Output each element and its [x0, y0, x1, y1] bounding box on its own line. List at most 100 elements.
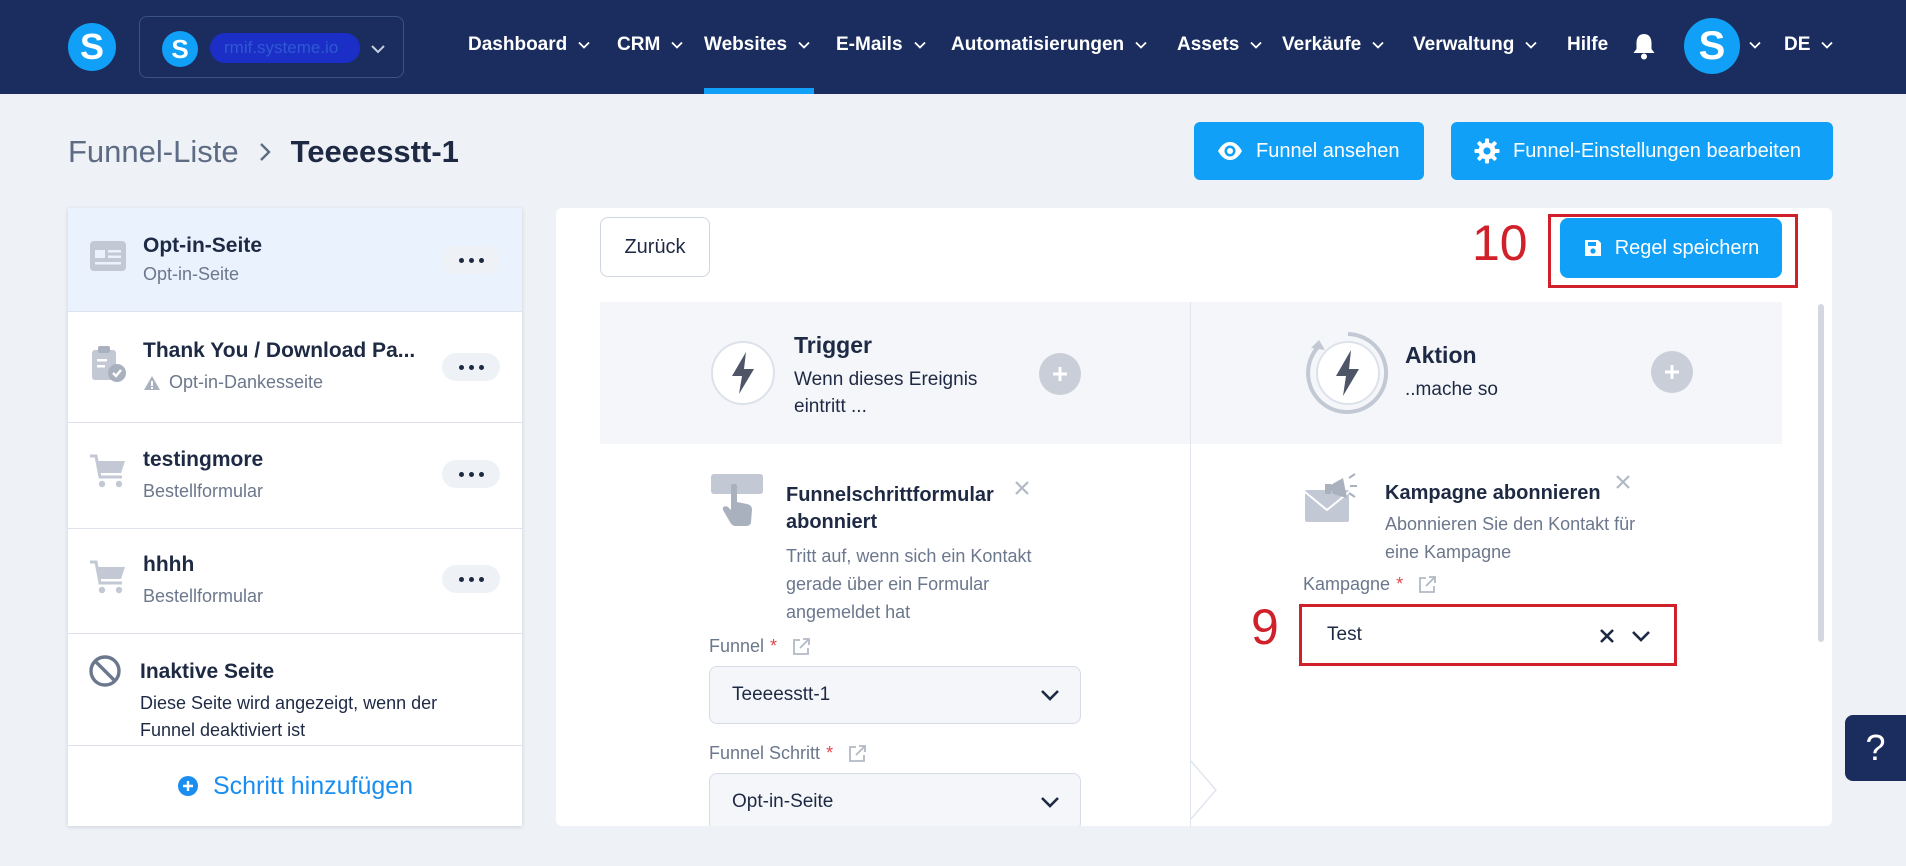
nav-emails[interactable]: E-Mails — [836, 30, 927, 60]
funnel-select[interactable]: Teeeesstt-1 — [709, 666, 1081, 724]
user-avatar[interactable]: S — [1684, 18, 1740, 74]
funnel-step-select[interactable]: Opt-in-Seite — [709, 773, 1081, 826]
view-funnel-label: Funnel ansehen — [1256, 139, 1400, 162]
nav-label: E-Mails — [836, 34, 903, 55]
step-subtitle: Bestellformular — [143, 586, 263, 607]
chevron-down-icon — [371, 45, 385, 54]
cart-icon — [90, 560, 125, 594]
step-title: Thank You / Download Pa... — [143, 339, 416, 362]
chevron-down-icon[interactable] — [1748, 38, 1762, 52]
save-rule-label: Regel speichern — [1614, 236, 1760, 259]
save-rule-button[interactable]: Regel speichern — [1560, 218, 1782, 278]
chevron-down-icon — [1135, 41, 1147, 49]
trigger-title: Trigger — [794, 332, 872, 358]
systeme-logo[interactable]: S — [68, 23, 116, 71]
step-title: Opt-in-Seite — [143, 234, 262, 257]
plus-icon — [1053, 367, 1067, 381]
nav-dashboard[interactable]: Dashboard — [468, 30, 591, 60]
plus-circle-icon — [177, 776, 198, 796]
close-icon[interactable] — [1615, 474, 1631, 490]
chevron-down-icon — [1041, 690, 1059, 701]
nav-verwaltung[interactable]: Verwaltung — [1413, 30, 1538, 60]
bell-icon[interactable] — [1630, 31, 1658, 61]
clear-icon[interactable] — [1599, 628, 1615, 644]
nav-label: Verkäufe — [1282, 34, 1362, 55]
chevron-down-icon — [913, 41, 926, 49]
nav-hilfe[interactable]: Hilfe — [1567, 30, 1608, 60]
cart-icon — [90, 454, 125, 488]
view-funnel-button[interactable]: Funnel ansehen — [1194, 122, 1424, 180]
step-subtitle: Bestellformular — [143, 481, 263, 502]
save-icon — [1584, 240, 1601, 256]
funnel-steps-sidebar: Opt-in-Seite Opt-in-Seite Thank You / Do… — [68, 208, 522, 826]
more-options-button[interactable] — [442, 565, 500, 593]
nav-verkaeufe[interactable]: Verkäufe — [1282, 30, 1385, 60]
close-icon[interactable] — [1014, 480, 1030, 496]
chevron-down-icon — [578, 41, 590, 49]
breadcrumb-parent-link[interactable]: Funnel-Liste — [68, 134, 239, 170]
chevron-down-icon — [1525, 41, 1537, 49]
scrollbar[interactable] — [1818, 304, 1824, 642]
add-trigger-button[interactable] — [1039, 353, 1081, 395]
workspace-switcher[interactable]: S rmif.systeme.io — [139, 16, 404, 78]
nav-label: Verwaltung — [1413, 34, 1515, 55]
workspace-logo: S — [162, 31, 198, 67]
more-options-button[interactable] — [442, 353, 500, 381]
funnel-step-item[interactable]: Opt-in-Seite Opt-in-Seite — [68, 208, 522, 312]
step-type: Opt-in-Dankesseite — [169, 372, 324, 392]
add-step-button[interactable]: Schritt hinzufügen — [68, 745, 522, 826]
external-link-icon[interactable] — [791, 637, 811, 657]
nav-crm[interactable]: CRM — [617, 30, 684, 60]
nav-label: Hilfe — [1567, 34, 1609, 55]
funnel-step-label-text: Funnel Schritt — [709, 743, 821, 763]
trigger-description: Wenn dieses Ereignis eintritt ... — [794, 369, 978, 417]
chevron-down-icon[interactable] — [1631, 628, 1651, 644]
more-options-button[interactable] — [442, 246, 500, 274]
warning-icon — [144, 375, 160, 390]
eye-icon — [1218, 142, 1242, 160]
required-marker: * — [1396, 574, 1404, 594]
funnel-step-item[interactable]: Thank You / Download Pa... Opt-in-Dankes… — [68, 312, 522, 423]
back-button[interactable]: Zurück — [600, 217, 710, 277]
language-switcher[interactable]: DE — [1784, 30, 1834, 60]
nav-label: Websites — [704, 34, 788, 55]
annotation-number: 10 — [1472, 215, 1528, 271]
chevron-right-icon — [259, 143, 271, 161]
edit-funnel-settings-button[interactable]: Funnel-Einstellungen bearbeiten — [1451, 122, 1833, 180]
edit-funnel-settings-label: Funnel-Einstellungen bearbeiten — [1513, 139, 1801, 162]
step-title: testingmore — [143, 448, 264, 471]
annotation-number: 9 — [1251, 599, 1279, 655]
funnel-step-item[interactable]: hhhh Bestellformular — [68, 529, 522, 634]
nav-label: Automatisierungen — [951, 34, 1125, 55]
action-card-title: Kampagne abonnieren — [1385, 482, 1601, 504]
add-action-button[interactable] — [1651, 351, 1693, 393]
nav-websites[interactable]: Websites — [704, 30, 811, 60]
funnel-step-field-label: Funnel Schritt * — [709, 743, 867, 764]
campaign-label-text: Kampagne — [1303, 574, 1391, 594]
required-marker: * — [770, 636, 778, 656]
campaign-field-label: Kampagne * — [1303, 574, 1437, 595]
nav-label: Assets — [1177, 34, 1240, 55]
lightning-icon — [1306, 332, 1389, 414]
top-navigation: S S rmif.systeme.io Dashboard CRM Websit… — [0, 0, 1906, 94]
page-icon — [90, 241, 126, 271]
funnel-label-text: Funnel — [709, 636, 765, 656]
external-link-icon[interactable] — [1417, 575, 1437, 595]
funnel-field-label: Funnel * — [709, 636, 811, 657]
more-options-button[interactable] — [442, 460, 500, 488]
campaign-select[interactable]: Test — [1305, 608, 1671, 662]
campaign-select-value: Test — [1327, 624, 1362, 645]
trigger-header: Trigger Wenn dieses Ereignis eintritt ..… — [600, 302, 1190, 444]
external-link-icon[interactable] — [847, 744, 867, 764]
megaphone-envelope-icon — [1304, 473, 1357, 522]
nav-automatisierungen[interactable]: Automatisierungen — [951, 30, 1148, 60]
nav-assets[interactable]: Assets — [1177, 30, 1263, 60]
action-column: Aktion ..mache so Kampagne abonnieren Ab… — [1190, 302, 1782, 826]
funnel-step-item[interactable]: testingmore Bestellformular — [68, 423, 522, 529]
plus-icon — [1665, 365, 1679, 379]
step-type: Opt-in-Seite — [143, 264, 240, 284]
lightning-icon — [711, 341, 775, 405]
inactive-page-title[interactable]: Inaktive Seite — [140, 660, 274, 684]
help-button[interactable]: ? — [1845, 715, 1906, 781]
action-description: ..mache so — [1405, 379, 1498, 400]
